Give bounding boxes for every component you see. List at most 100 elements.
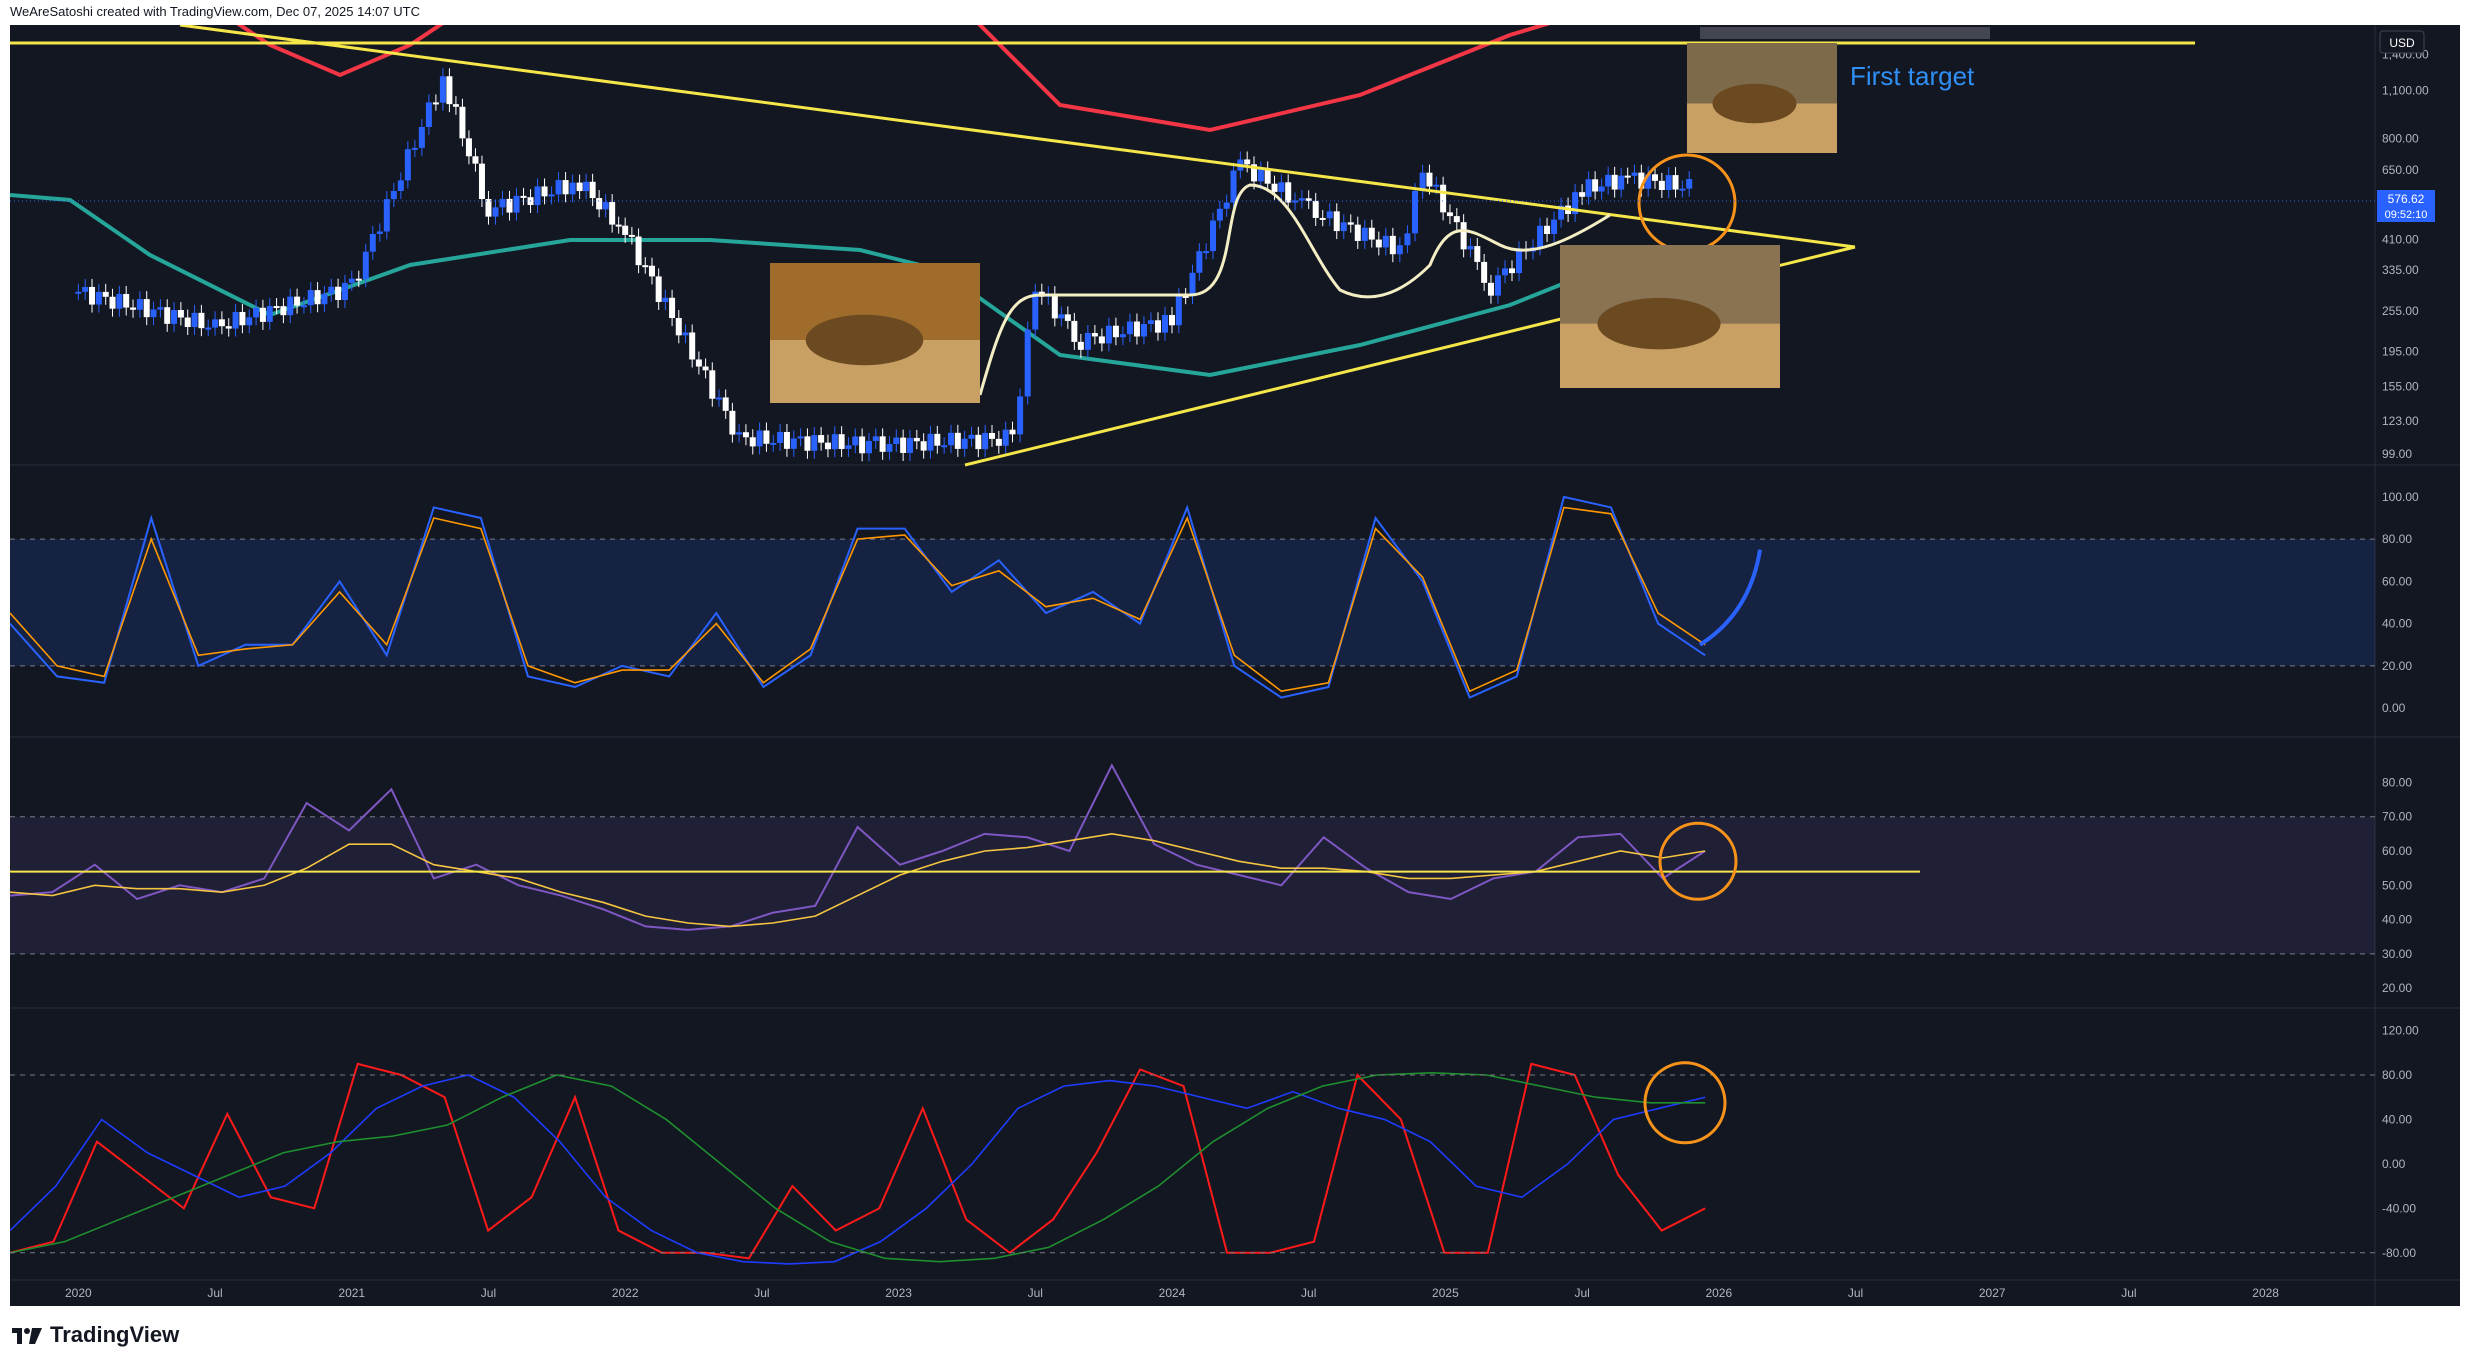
candle-body (485, 199, 492, 217)
candle-body (824, 442, 831, 450)
candle-body (294, 296, 301, 306)
candle-body (404, 149, 411, 181)
candle-body (838, 434, 845, 449)
price-tick-label: 99.00 (2382, 447, 2412, 461)
time-tick-label: 2025 (1432, 1286, 1459, 1300)
candle-body (259, 307, 266, 322)
candle-body (1244, 159, 1251, 165)
chart-credit: WeAreSatoshi created with TradingView.co… (10, 4, 420, 19)
candle-body (177, 310, 184, 318)
candle-body (164, 307, 171, 324)
candle-body (1487, 282, 1494, 296)
candle-body (280, 306, 287, 316)
candle-body (689, 332, 696, 360)
candle-body (797, 436, 804, 439)
price-tick-label: 195.00 (2382, 345, 2419, 359)
time-tick-label: 2022 (612, 1286, 639, 1300)
candle-body (1453, 216, 1460, 223)
oscillator-tick-label: -80.00 (2382, 1246, 2416, 1260)
candle-body (1071, 320, 1078, 342)
candle-body (615, 224, 622, 227)
candle-body (1161, 314, 1168, 333)
candle-body (459, 106, 466, 139)
lion-photo (1560, 245, 1780, 388)
candle-body (198, 312, 205, 329)
oscillator-tick-label: 70.00 (2382, 810, 2412, 824)
candle-body (988, 432, 995, 439)
candle-body (1579, 192, 1586, 197)
oscillator-tick-label: 40.00 (2382, 913, 2412, 927)
candle-body (1340, 222, 1347, 232)
candle-body (947, 432, 954, 446)
candle-body (1133, 321, 1140, 337)
candle-body (273, 306, 280, 309)
time-tick-label: Jul (1301, 1286, 1316, 1300)
candle-body (1354, 224, 1361, 241)
candle-body (1440, 184, 1447, 213)
tradingview-logo-icon (12, 1328, 42, 1344)
candle-body (852, 436, 859, 446)
candle-body (1624, 175, 1631, 178)
candle-body (1257, 169, 1264, 182)
chart-canvas[interactable]: 1,400.001,100.00800.00650.00410.00335.00… (10, 25, 2460, 1306)
candle-body (411, 147, 418, 150)
candle-body (246, 317, 253, 326)
candle-body (266, 306, 273, 322)
price-tick-label: 800.00 (2382, 132, 2419, 146)
candle-body (418, 127, 425, 148)
oscillator-tick-label: 80.00 (2382, 1068, 2412, 1082)
lion-photo (770, 263, 980, 403)
candle-body (253, 307, 260, 318)
candle-body (102, 291, 109, 297)
candle-body (1216, 208, 1223, 221)
oscillator-tick-label: 30.00 (2382, 947, 2412, 961)
candle-body (682, 332, 689, 336)
candle-body (1382, 235, 1389, 248)
time-tick-label: 2028 (2252, 1286, 2279, 1300)
candle-body (1433, 184, 1440, 187)
candle-body (171, 310, 178, 324)
candle-body (369, 233, 376, 252)
candle-body (335, 286, 342, 301)
tradingview-logo[interactable]: TradingView (10, 1322, 179, 1348)
candle-body (954, 432, 961, 449)
candle-body (452, 104, 459, 107)
candle-body (906, 437, 913, 453)
candle-body (555, 180, 562, 195)
candle-body (1105, 325, 1112, 344)
candle-body (1064, 314, 1071, 321)
candle-body (1404, 233, 1411, 246)
candle-body (1264, 169, 1271, 184)
time-tick-label: Jul (1848, 1286, 1863, 1300)
candle-body (1396, 245, 1403, 255)
candle-body (1501, 268, 1508, 276)
candle-body (1652, 174, 1659, 181)
candle-body (1631, 172, 1638, 176)
candle-body (715, 397, 722, 400)
candle-body (300, 305, 307, 308)
candle-body (1203, 251, 1210, 254)
candle-body (1598, 186, 1605, 192)
candle-body (702, 366, 709, 371)
oscillator-tick-label: 120.00 (2382, 1024, 2419, 1038)
candle-body (520, 195, 527, 198)
candle-body (777, 431, 784, 443)
candle-body (492, 207, 499, 217)
time-tick-label: 2027 (1979, 1286, 2006, 1300)
candle-body (136, 299, 143, 310)
candle-body (446, 76, 453, 105)
candle-body (376, 231, 383, 234)
lion-buffalo-photo-animal (1712, 83, 1797, 124)
candle-body (1672, 175, 1679, 190)
chart-area[interactable]: 1,400.00 1,100.00 800.00 650.00 410.00 335.00… (10, 25, 2460, 1306)
candle-body (1058, 314, 1065, 319)
candle-body (642, 265, 649, 268)
candle-body (804, 436, 811, 451)
candle-body (1292, 200, 1299, 203)
candle-body (1189, 272, 1196, 297)
candle-body (1665, 175, 1672, 190)
candle-body (968, 434, 975, 439)
first-target-label: First target (1850, 61, 1975, 91)
candle-body (109, 296, 116, 309)
candle-body (328, 286, 335, 294)
